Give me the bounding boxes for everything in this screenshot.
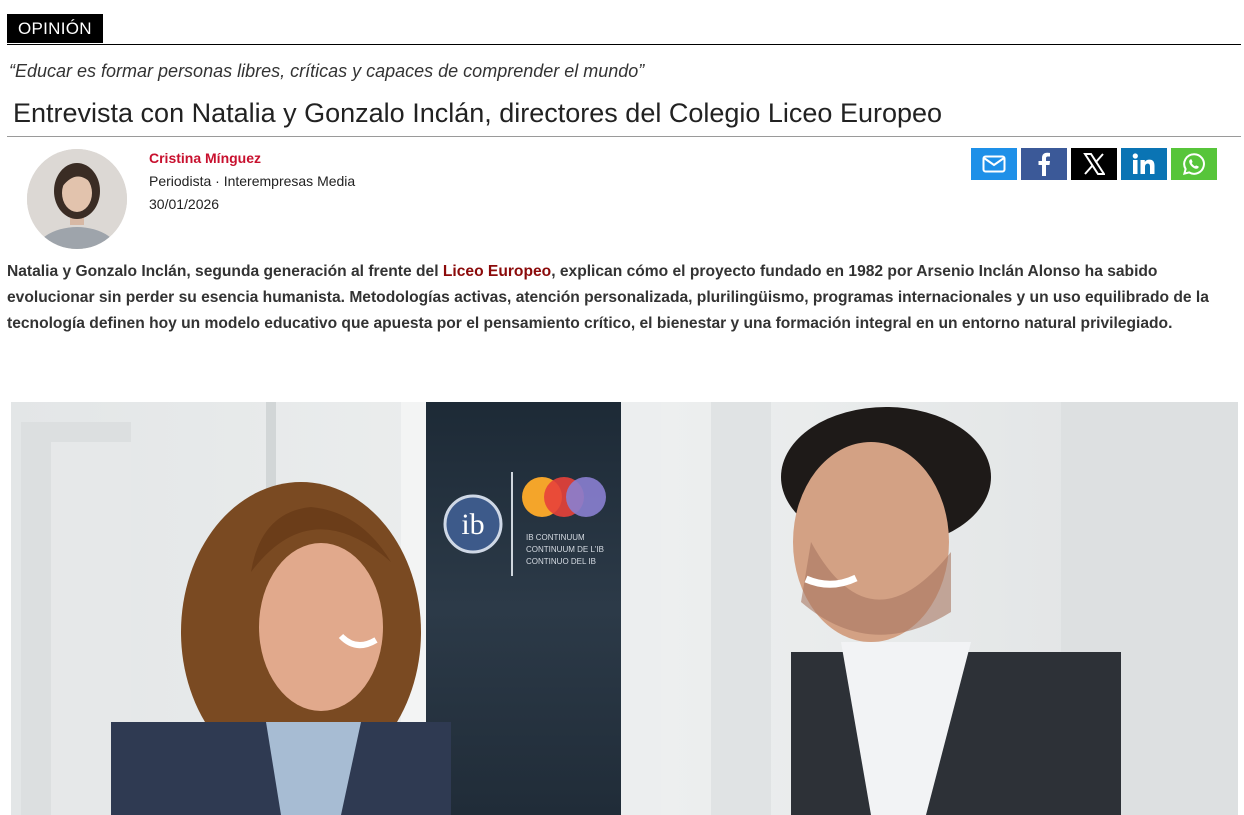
email-icon [982,155,1006,173]
facebook-icon [1038,152,1050,176]
svg-text:ib: ib [461,508,484,541]
share-facebook-button[interactable] [1021,148,1067,180]
photo-logo-line-3: CONTINUO DEL IB [526,557,596,566]
share-linkedin-button[interactable] [1121,148,1167,180]
article-lead: Natalia y Gonzalo Inclán, segunda genera… [7,259,1241,337]
liceo-europeo-link[interactable]: Liceo Europeo [443,263,551,280]
share-x-button[interactable] [1071,148,1117,180]
section-tag[interactable]: OPINIÓN [7,14,103,43]
author-name[interactable]: Cristina Mínguez [149,150,261,166]
author-role: Periodista · Interempresas Media [149,173,356,189]
lead-text-start: Natalia y Gonzalo Inclán, segunda genera… [7,263,443,280]
photo-logo-line-1: IB CONTINUUM [526,533,585,542]
section-header: OPINIÓN [7,14,1241,45]
x-icon [1083,153,1105,175]
whatsapp-icon [1183,153,1205,175]
article-photo[interactable]: ib IB CONTINUUM CONTINUUM DE L'IB CONTIN… [11,402,1238,815]
share-email-button[interactable] [971,148,1017,180]
article-kicker: “Educar es formar personas libres, críti… [9,61,645,81]
article-title: Entrevista con Natalia y Gonzalo Inclán,… [13,98,943,128]
photo-logo-line-2: CONTINUUM DE L'IB [526,545,604,554]
linkedin-icon [1132,153,1155,174]
share-whatsapp-button[interactable] [1171,148,1217,180]
author-avatar[interactable] [27,149,127,249]
headline-block: Entrevista con Natalia y Gonzalo Inclán,… [7,96,1241,137]
publish-date: 30/01/2026 [149,196,220,212]
